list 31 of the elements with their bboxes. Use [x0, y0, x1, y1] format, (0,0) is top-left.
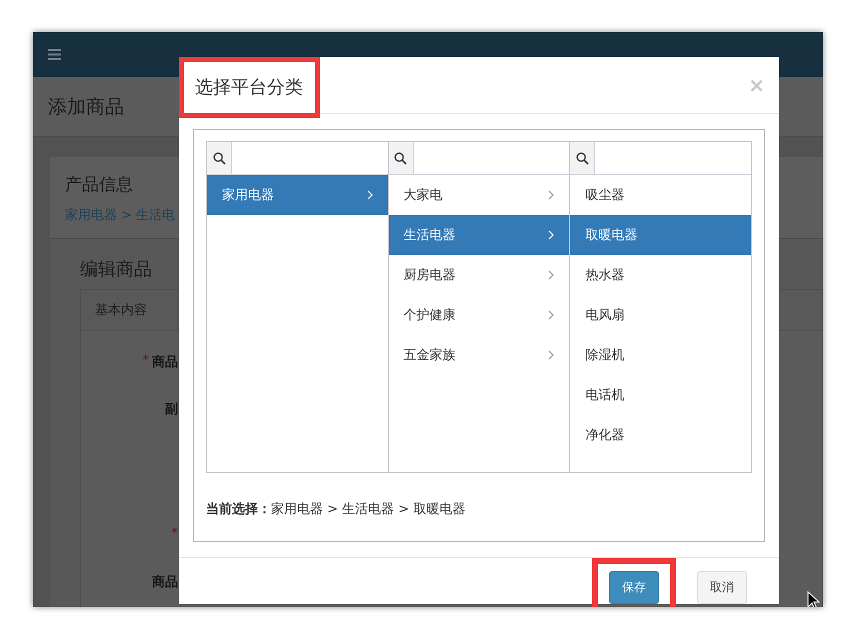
- menu-icon[interactable]: [48, 49, 61, 60]
- category-item[interactable]: 五金家族: [388, 335, 570, 375]
- category-item[interactable]: 净化器: [570, 415, 752, 455]
- card-title: 产品信息: [65, 174, 133, 196]
- current-selection: 当前选择：家用电器 > 生活电器 > 取暖电器: [206, 501, 466, 518]
- category-item[interactable]: 除湿机: [570, 335, 752, 375]
- category-item[interactable]: 个护健康: [388, 295, 570, 335]
- category-item[interactable]: 家用电器: [207, 175, 388, 215]
- section-title: 编辑商品: [80, 258, 152, 281]
- required-mark: *: [172, 526, 178, 541]
- breadcrumb: 家用电器 > 生活电: [65, 207, 176, 224]
- save-button[interactable]: 保存: [609, 571, 659, 604]
- cursor-icon: [807, 591, 821, 607]
- category-item[interactable]: 取暖电器: [570, 215, 752, 255]
- required-mark: *: [142, 353, 149, 368]
- category-item[interactable]: 大家电: [388, 175, 570, 215]
- category-item[interactable]: 生活电器: [388, 215, 570, 255]
- category-item[interactable]: 电话机: [570, 375, 752, 415]
- category-item[interactable]: 热水器: [570, 255, 752, 295]
- field-label: 副: [165, 401, 178, 418]
- category-item[interactable]: 厨房电器: [388, 255, 570, 295]
- search-icon: [394, 152, 408, 164]
- field-label: 商品: [152, 574, 178, 591]
- search-icon: [212, 152, 226, 164]
- search-icon: [576, 152, 589, 164]
- category-item[interactable]: 电风扇: [570, 295, 752, 335]
- category-item[interactable]: 吸尘器: [570, 175, 752, 215]
- dialog-title: 选择平台分类: [179, 57, 320, 118]
- cancel-button[interactable]: 取消: [697, 571, 747, 604]
- page-title: 添加商品: [48, 94, 124, 120]
- field-label: 商品: [152, 354, 178, 371]
